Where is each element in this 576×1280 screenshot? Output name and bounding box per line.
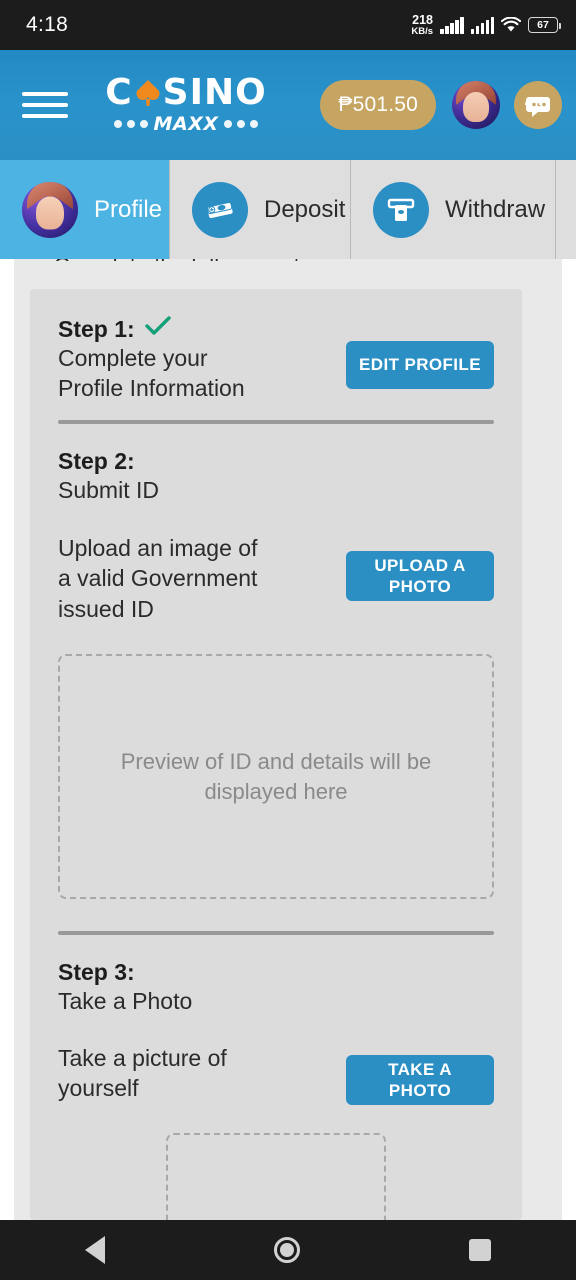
take-photo-button-line2: PHOTO [388,1080,452,1100]
take-photo-button-line1: TAKE A [388,1059,452,1079]
step-3-description: Take a picture of yourself [58,1043,227,1104]
edit-profile-button[interactable]: EDIT PROFILE [346,341,494,389]
balance-display[interactable]: ₱501.50 [320,80,436,130]
logo-subwordmark: MAXX [113,113,259,135]
logo-text-part2: SINO [162,72,267,113]
tab-partial[interactable] [556,160,576,259]
step-3-subtitle: Take a Photo [58,988,193,1015]
support-chat-icon[interactable] [514,81,562,129]
home-circle-icon[interactable] [273,1237,300,1263]
id-preview-placeholder: Preview of ID and details will be displa… [120,748,432,804]
page-content: Complete the following steps Step 1: [0,259,576,1220]
suit-dots-left-icon [113,120,148,128]
step-1-block: Step 1: Complete your Profile Informatio… [58,289,494,424]
app-header: C SINO MAXX ₱501.50 [0,50,576,160]
selfie-preview-dropzone[interactable] [166,1132,386,1220]
android-nav-bar[interactable] [0,1220,576,1280]
phone-screen: 4:18 218 KB/s 67 C SINO MAXX ₱501.50 Pro… [0,0,576,1280]
battery-icon: 67 [528,17,561,33]
step-3-desc-line2: yourself [58,1074,139,1101]
step-2-title: Step 2: [58,447,135,474]
logo-wordmark: C SINO [105,75,266,111]
suit-dots-right-icon [224,120,259,128]
verification-card: Step 1: Complete your Profile Informatio… [30,289,522,1220]
step-1-subtitle-line1: Complete your [58,345,208,371]
step-3-row: Take a picture of yourself TAKE A PHOTO [58,1043,494,1105]
status-time: 4:18 [26,13,69,36]
tab-withdraw[interactable]: Withdraw [351,160,556,259]
clipped-heading: Complete the following steps [54,259,524,261]
atm-cash-icon [373,181,429,238]
step-2-subtitle: Submit ID [58,476,159,503]
casino-maxx-logo[interactable]: C SINO MAXX [88,75,284,136]
spade-icon [135,78,161,108]
battery-level: 67 [537,19,549,31]
tab-withdraw-label: Withdraw [445,195,546,223]
wifi-icon [501,17,521,33]
step-2-desc-line2: a valid Government [58,565,258,592]
upload-photo-button[interactable]: UPLOAD A PHOTO [346,551,494,602]
step-2-block: Step 2: Submit ID Upload an image of a v… [58,424,494,936]
id-preview-dropzone[interactable]: Preview of ID and details will be displa… [58,654,494,900]
step-1-subtitle-line2: Profile Information [58,375,245,402]
status-bar: 4:18 218 KB/s 67 [0,0,576,50]
account-tab-bar[interactable]: Profile Deposit Withdraw [0,160,576,259]
logo-subtext: MAXX [153,113,219,135]
recents-square-icon[interactable] [469,1239,492,1261]
money-stack-icon [192,181,248,238]
step-1-header: Step 1: [58,315,245,343]
status-icons: 218 KB/s 67 [411,14,561,36]
step-1-row: Step 1: Complete your Profile Informatio… [58,315,494,404]
tab-profile[interactable]: Profile [0,160,170,259]
network-speed-value: 218 [412,13,433,27]
tab-deposit-label: Deposit [264,195,346,223]
logo-text-part1: C [105,72,133,113]
step-1-title: Step 1: [58,315,135,342]
step-3-desc-line1: Take a picture of [58,1044,227,1071]
signal-bars-icon [440,16,464,34]
hamburger-menu-icon[interactable] [14,92,68,118]
step-2-description: Upload an image of a valid Government is… [58,533,257,624]
green-check-icon [144,315,171,343]
verification-page: Complete the following steps Step 1: [14,259,562,1220]
network-speed-indicator: 218 KB/s [411,14,433,36]
take-photo-button[interactable]: TAKE A PHOTO [346,1054,494,1105]
tab-profile-label: Profile [94,195,163,223]
signal-bars-icon-2 [470,16,494,34]
back-triangle-icon[interactable] [84,1236,105,1264]
upload-photo-button-line2: PHOTO [388,577,452,597]
tab-deposit[interactable]: Deposit [170,160,351,259]
profile-avatar-icon [22,181,78,238]
network-speed-unit: KB/s [411,25,433,37]
step-2-row: Upload an image of a valid Government is… [58,533,494,624]
user-avatar-icon[interactable] [452,81,500,129]
upload-photo-button-line1: UPLOAD A [374,556,466,576]
step-1-text: Step 1: Complete your Profile Informatio… [58,315,245,404]
step-3-title: Step 3: [58,959,135,986]
step-2-desc-line3: issued ID [58,595,154,622]
step-2-desc-line1: Upload an image of [58,535,258,562]
step-3-block: Step 3: Take a Photo Take a picture of y… [58,935,494,1220]
